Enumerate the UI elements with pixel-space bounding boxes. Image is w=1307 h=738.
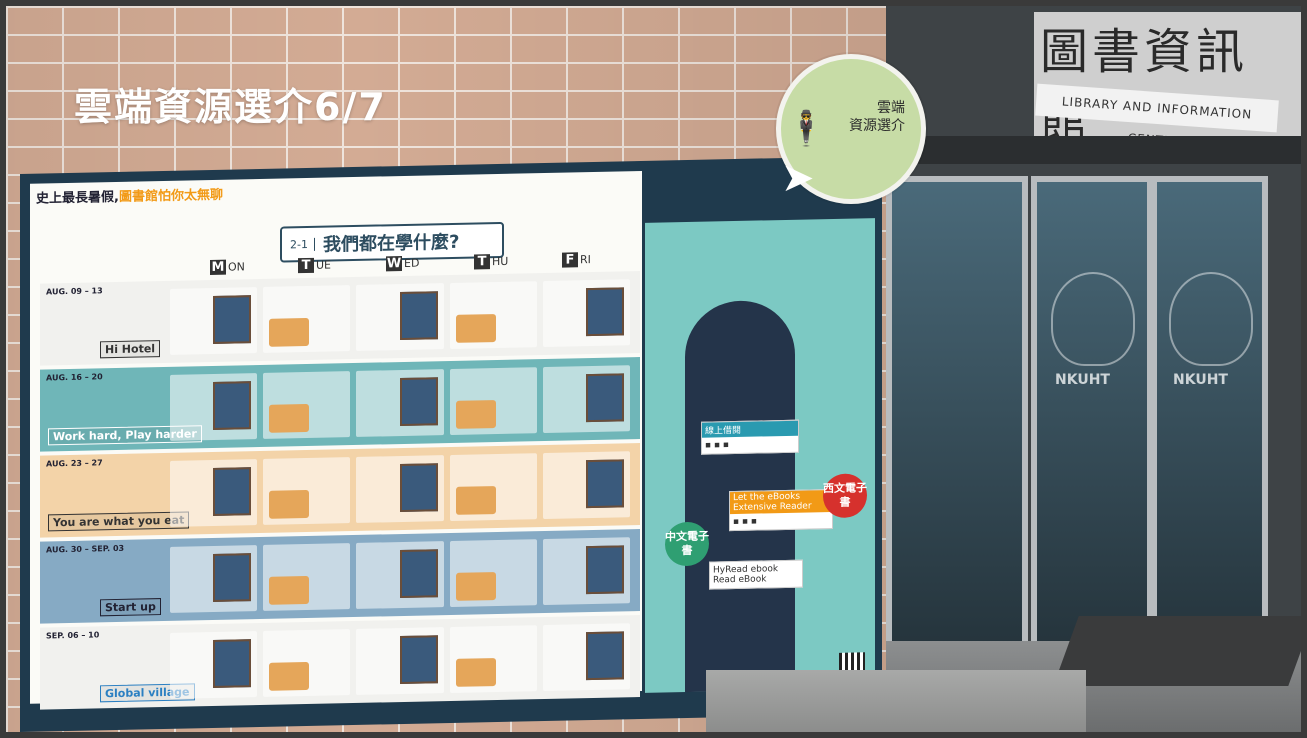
- week-date: AUG. 09 – 13: [46, 286, 103, 297]
- week-row: AUG. 09 – 13 Hi Hotel: [40, 271, 640, 366]
- topic-badge: 🕴 ➤ 雲端 資源選介: [776, 54, 926, 204]
- week-theme: Start up: [100, 598, 161, 617]
- badge-line2: 資源選介: [849, 118, 905, 134]
- wall-poster: 史上最長暑假,圖書館怕你太無聊 2-1 我們都在學什麼? M ON T UE W ED…: [20, 155, 882, 732]
- card-lending: 線上借閱 ▪ ▪ ▪: [701, 419, 799, 455]
- week-row: AUG. 30 – SEP. 03 Start up: [40, 529, 640, 624]
- day-fri: F RI: [562, 251, 650, 268]
- week-theme: You are what you eat: [48, 511, 190, 532]
- week-row: AUG. 23 – 27 You are what you eat: [40, 443, 640, 538]
- week-row: AUG. 16 – 20 Work hard, Play harder: [40, 357, 640, 452]
- glass-window: [886, 176, 1028, 653]
- banner-text: 我們都在學什麼?: [322, 231, 460, 256]
- person-icon: 🕴: [785, 109, 828, 149]
- door-mat: [1053, 616, 1301, 686]
- day-thu: T HU: [474, 253, 562, 270]
- page-title: 雲端資源選介6/7: [74, 85, 387, 129]
- schedule-board: 史上最長暑假,圖書館怕你太無聊 2-1 我們都在學什麼? M ON T UE W ED…: [30, 170, 642, 710]
- paper-plane-icon: ➤: [781, 155, 815, 201]
- week-date: AUG. 16 – 20: [46, 372, 103, 383]
- etched-logo-icon: [1169, 272, 1253, 366]
- library-building: 圖書資訊館 LIBRARY AND INFORMATION CENTER NKU…: [886, 6, 1301, 732]
- banner-tag: 2-1: [290, 237, 315, 251]
- poster-slogan: 史上最長暑假,圖書館怕你太無聊: [36, 187, 223, 207]
- glass-door-left: NKUHT: [1031, 176, 1153, 653]
- photo-frame: 雲端資源選介6/7 史上最長暑假,圖書館怕你太無聊 2-1 我們都在學什麼? M…: [6, 6, 1301, 732]
- card-hyread: HyRead ebook Read eBook: [709, 559, 803, 590]
- pin-western-ebooks: 西文電子書: [823, 473, 867, 519]
- week-theme: Hi Hotel: [100, 340, 161, 359]
- week-date: AUG. 30 – SEP. 03: [46, 543, 125, 555]
- card-extensive: Let the eBooks Extensive Reader ▪ ▪ ▪: [729, 488, 833, 532]
- week-row: SEP. 06 – 10 Global village: [40, 615, 640, 710]
- resource-map: 線上借閱 ▪ ▪ ▪ Let the eBooks Extensive Reade…: [645, 218, 875, 693]
- badge-line1: 雲端: [877, 100, 905, 116]
- week-date: AUG. 23 – 27: [46, 458, 103, 469]
- glass-door-right: NKUHT: [1151, 176, 1268, 653]
- etched-logo-icon: [1051, 272, 1135, 366]
- day-tue: T UE: [298, 256, 386, 274]
- day-mon: M ON: [210, 259, 245, 276]
- day-wed: W ED: [386, 255, 420, 272]
- entrance-steps: [706, 670, 1086, 732]
- week-date: SEP. 06 – 10: [46, 630, 100, 641]
